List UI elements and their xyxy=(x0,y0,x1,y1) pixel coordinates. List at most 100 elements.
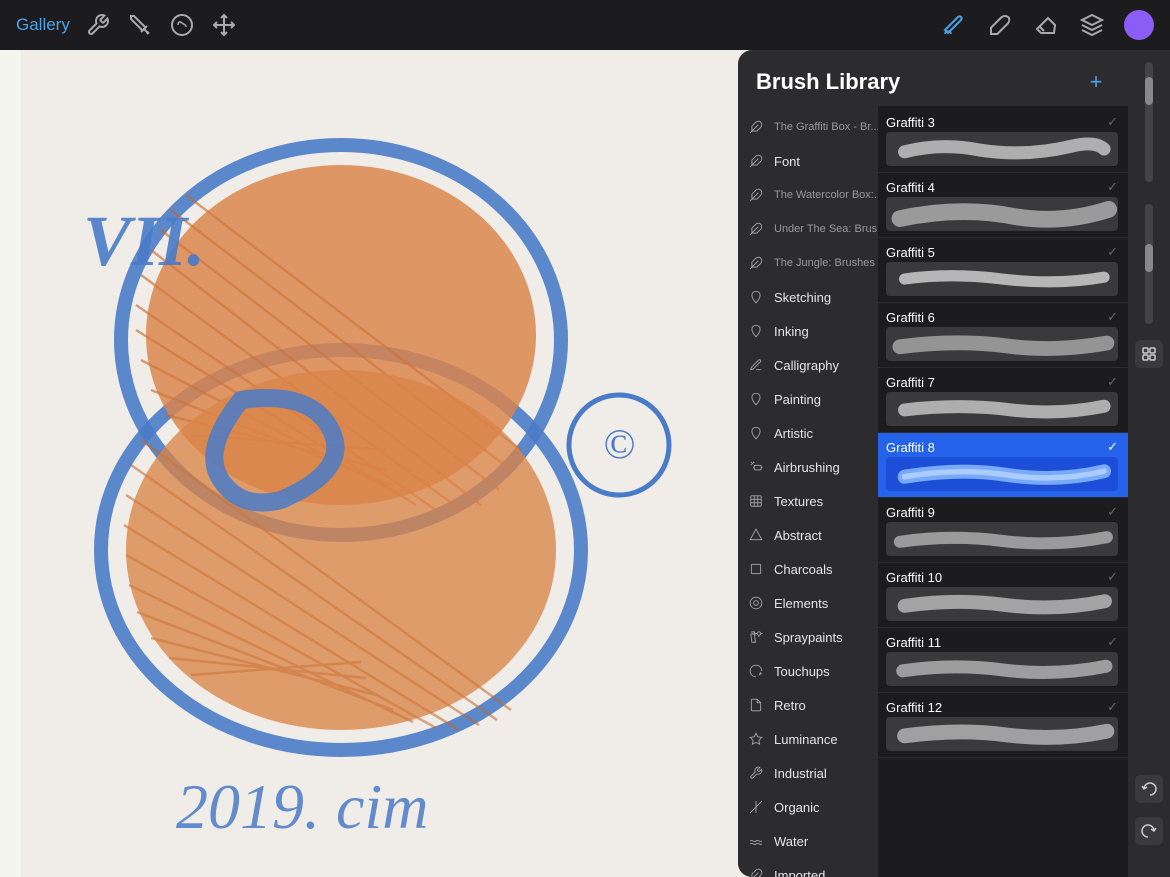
luminance-cat-icon xyxy=(746,729,766,749)
modifier-button[interactable] xyxy=(1135,340,1163,368)
brush-tool-icon[interactable] xyxy=(940,11,968,39)
svg-text:VII.: VII. xyxy=(83,201,205,281)
category-underthesea-label: Under The Sea: Brus... xyxy=(774,223,878,235)
category-textures-label: Textures xyxy=(774,494,823,509)
brush-stroke-6 xyxy=(886,327,1118,361)
brush-stroke-10 xyxy=(886,587,1118,621)
category-watercolor-label: The Watercolor Box:... xyxy=(774,189,878,201)
brush-item-6[interactable]: Graffiti 6 ✓ xyxy=(878,303,1128,368)
user-avatar[interactable] xyxy=(1124,10,1154,40)
brush-check-6: ✓ xyxy=(1107,309,1118,325)
retro-cat-icon xyxy=(746,695,766,715)
category-item-textures[interactable]: Textures xyxy=(738,484,878,518)
brush-item-5[interactable]: Graffiti 5 ✓ xyxy=(878,238,1128,303)
sketching-cat-icon xyxy=(746,287,766,307)
category-item-luminance[interactable]: Luminance xyxy=(738,722,878,756)
category-item-abstract[interactable]: Abstract xyxy=(738,518,878,552)
category-item-underthesea[interactable]: Under The Sea: Brus... xyxy=(738,212,878,246)
brush-stroke-4 xyxy=(886,197,1118,231)
category-item-artistic[interactable]: Artistic xyxy=(738,416,878,450)
layers-tool-icon[interactable] xyxy=(1078,11,1106,39)
redo-button[interactable] xyxy=(1135,817,1163,845)
brush-item-8[interactable]: Graffiti 8 ✓ xyxy=(878,433,1128,498)
brush-library-body: The Graffiti Box - Br... Font xyxy=(738,106,1128,877)
abstract-cat-icon xyxy=(746,525,766,545)
category-item-painting[interactable]: Painting xyxy=(738,382,878,416)
smudge-tool-icon[interactable] xyxy=(986,11,1014,39)
brush-stroke-9 xyxy=(886,522,1118,556)
category-calligraphy-label: Calligraphy xyxy=(774,358,839,373)
category-font-label: Font xyxy=(774,154,800,169)
brush-name-5: Graffiti 5 xyxy=(886,245,935,260)
brush-item-9[interactable]: Graffiti 9 ✓ xyxy=(878,498,1128,563)
transform-icon[interactable] xyxy=(210,11,238,39)
brush-item-5-header: Graffiti 5 ✓ xyxy=(886,244,1118,260)
painting-cat-icon xyxy=(746,389,766,409)
brush-library-header: Brush Library + xyxy=(738,50,1128,106)
category-item-airbrushing[interactable]: Airbrushing xyxy=(738,450,878,484)
svg-text:2019. cim: 2019. cim xyxy=(176,771,428,842)
brush-name-10: Graffiti 10 xyxy=(886,570,942,585)
brush-item-10[interactable]: Graffiti 10 ✓ xyxy=(878,563,1128,628)
wrench-icon[interactable] xyxy=(84,11,112,39)
category-item-elements[interactable]: Elements xyxy=(738,586,878,620)
category-painting-label: Painting xyxy=(774,392,821,407)
category-luminance-label: Luminance xyxy=(774,732,838,747)
brush-item-11[interactable]: Graffiti 11 ✓ xyxy=(878,628,1128,693)
brush-stroke-8 xyxy=(886,457,1118,491)
category-item-graffiti-box[interactable]: The Graffiti Box - Br... xyxy=(738,110,878,144)
gallery-button[interactable]: Gallery xyxy=(16,15,70,35)
undo-button[interactable] xyxy=(1135,775,1163,803)
add-brush-button[interactable]: + xyxy=(1082,68,1110,96)
underthesea-cat-icon xyxy=(746,219,766,239)
brush-check-3: ✓ xyxy=(1107,114,1118,130)
category-item-charcoals[interactable]: Charcoals xyxy=(738,552,878,586)
category-item-calligraphy[interactable]: Calligraphy xyxy=(738,348,878,382)
category-item-watercolor[interactable]: The Watercolor Box:... xyxy=(738,178,878,212)
category-item-retro[interactable]: Retro xyxy=(738,688,878,722)
toolbar-right xyxy=(940,10,1154,40)
eraser-tool-icon[interactable] xyxy=(1032,11,1060,39)
brush-check-9: ✓ xyxy=(1107,504,1118,520)
watercolor-cat-icon xyxy=(746,185,766,205)
category-airbrushing-label: Airbrushing xyxy=(774,460,840,475)
category-item-touchups[interactable]: Touchups xyxy=(738,654,878,688)
brush-item-12[interactable]: Graffiti 12 ✓ xyxy=(878,693,1128,758)
brush-name-7: Graffiti 7 xyxy=(886,375,935,390)
category-item-spraypaints[interactable]: Spraypaints xyxy=(738,620,878,654)
brush-item-4-header: Graffiti 4 ✓ xyxy=(886,179,1118,195)
category-item-sketching[interactable]: Sketching xyxy=(738,280,878,314)
category-industrial-label: Industrial xyxy=(774,766,827,781)
actions-icon[interactable] xyxy=(126,11,154,39)
brush-name-4: Graffiti 4 xyxy=(886,180,935,195)
category-item-industrial[interactable]: Industrial xyxy=(738,756,878,790)
category-item-imported[interactable]: Imported xyxy=(738,858,878,877)
brush-item-7[interactable]: Graffiti 7 ✓ xyxy=(878,368,1128,433)
category-inking-label: Inking xyxy=(774,324,809,339)
brush-check-12: ✓ xyxy=(1107,699,1118,715)
brush-item-12-header: Graffiti 12 ✓ xyxy=(886,699,1118,715)
category-item-organic[interactable]: Organic xyxy=(738,790,878,824)
brush-name-6: Graffiti 6 xyxy=(886,310,935,325)
category-abstract-label: Abstract xyxy=(774,528,822,543)
size-slider[interactable] xyxy=(1145,62,1153,182)
brush-item-7-header: Graffiti 7 ✓ xyxy=(886,374,1118,390)
brush-item-6-header: Graffiti 6 ✓ xyxy=(886,309,1118,325)
category-water-label: Water xyxy=(774,834,808,849)
category-item-jungle[interactable]: The Jungle: Brushes xyxy=(738,246,878,280)
brush-item-3-header: Graffiti 3 ✓ xyxy=(886,114,1118,130)
brush-stroke-5 xyxy=(886,262,1118,296)
undo-redo-group xyxy=(1135,767,1163,845)
brush-name-8: Graffiti 8 xyxy=(886,440,935,455)
category-item-font[interactable]: Font xyxy=(738,144,878,178)
category-list: The Graffiti Box - Br... Font xyxy=(738,106,878,877)
brush-item-3[interactable]: Graffiti 3 ✓ xyxy=(878,108,1128,173)
category-retro-label: Retro xyxy=(774,698,806,713)
feather-icon xyxy=(746,117,766,137)
brush-item-4[interactable]: Graffiti 4 ✓ xyxy=(878,173,1128,238)
category-item-inking[interactable]: Inking xyxy=(738,314,878,348)
category-item-water[interactable]: Water xyxy=(738,824,878,858)
brush-name-11: Graffiti 11 xyxy=(886,635,941,650)
selection-icon[interactable] xyxy=(168,11,196,39)
opacity-slider[interactable] xyxy=(1145,204,1153,324)
